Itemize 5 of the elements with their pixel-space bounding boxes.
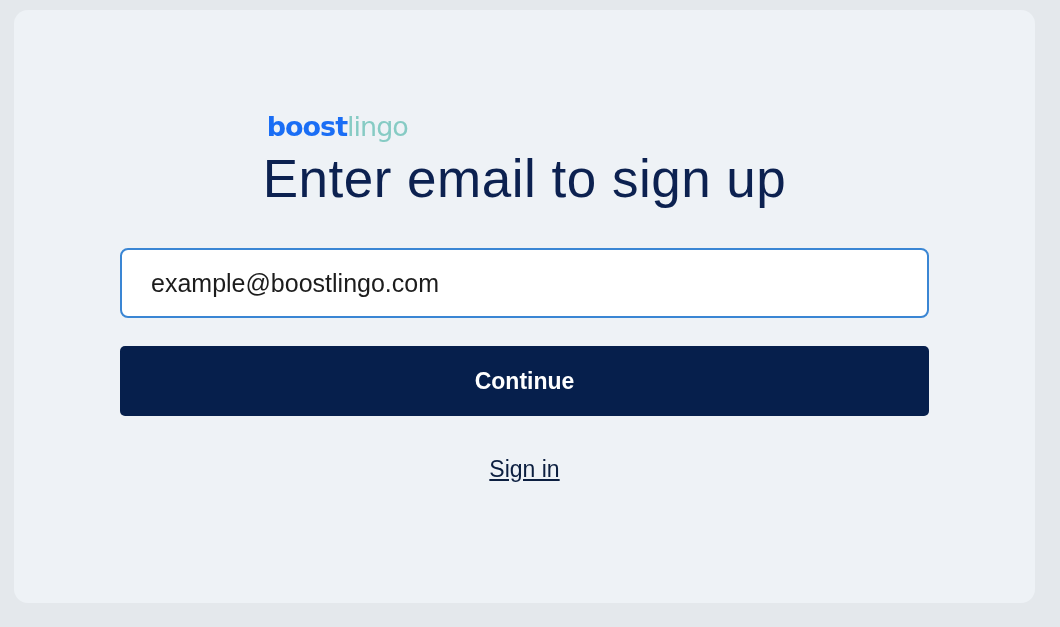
email-field[interactable]: example@boostlingo.com (120, 248, 929, 318)
continue-button[interactable]: Continue (120, 346, 929, 416)
sign-in-link[interactable]: Sign in (489, 456, 560, 483)
heading: Enter email to sign up (262, 148, 787, 210)
logo: boostlingo (266, 110, 408, 144)
